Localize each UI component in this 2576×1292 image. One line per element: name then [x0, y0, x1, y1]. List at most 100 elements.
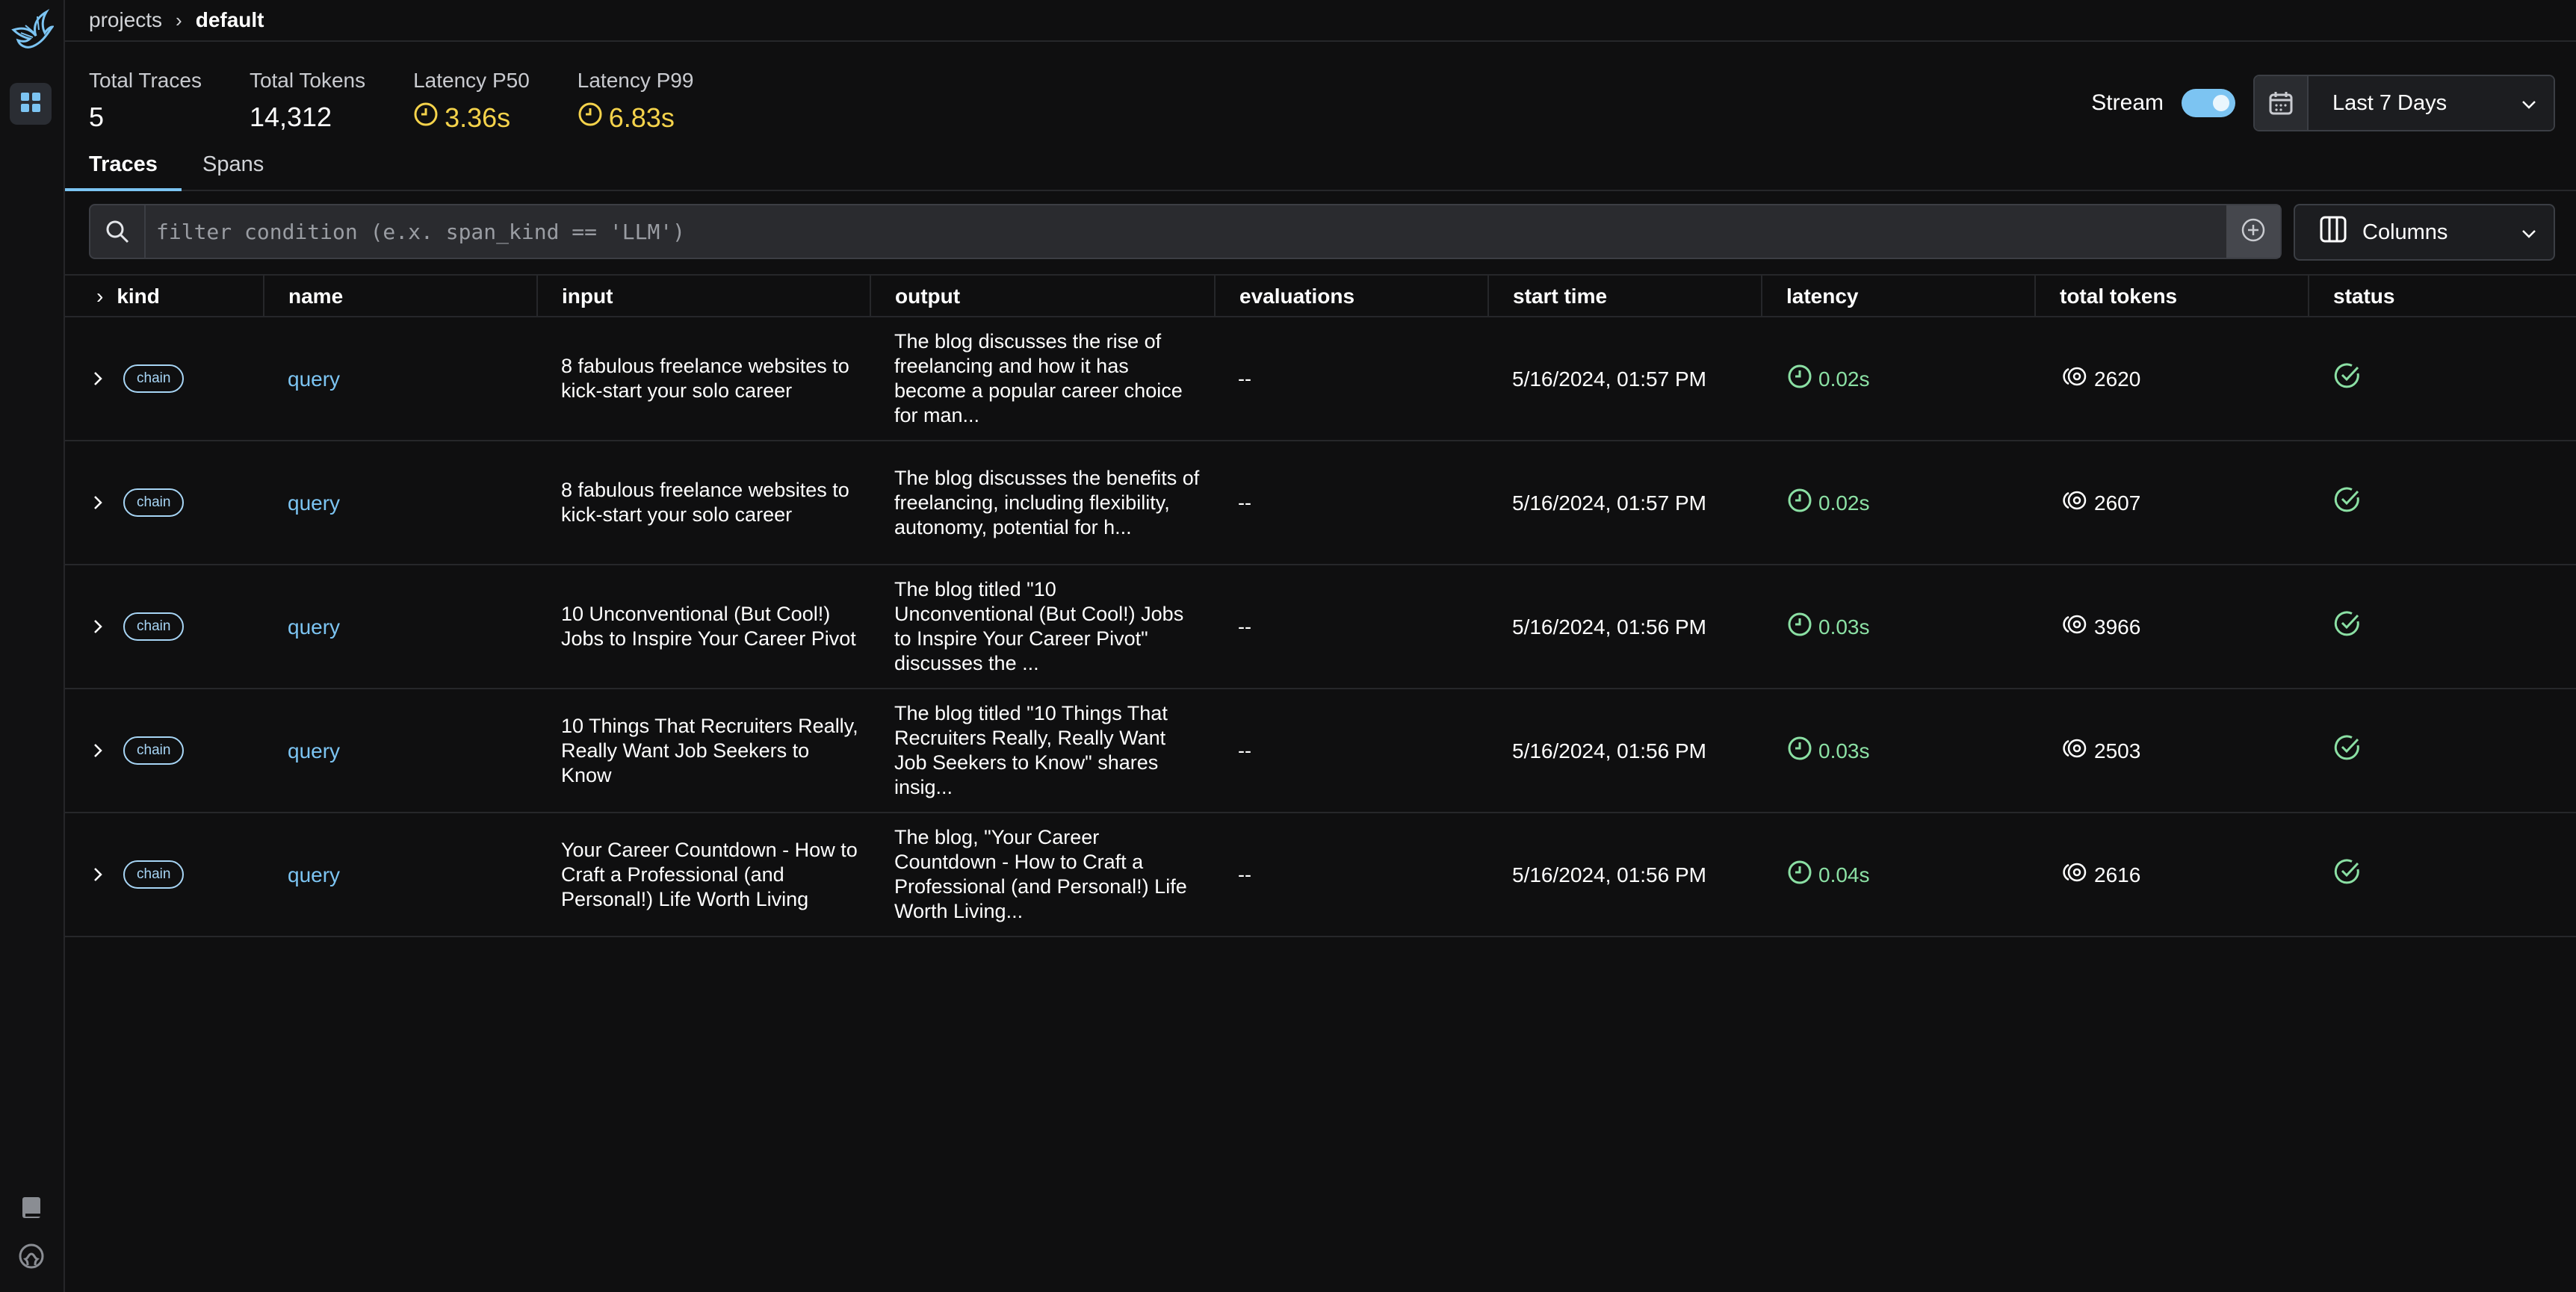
column-header-status[interactable]: status	[2308, 276, 2576, 317]
stat-latency-p50: Latency P50 3.36s	[413, 69, 530, 134]
columns-button[interactable]: Columns	[2294, 204, 2555, 261]
github-icon[interactable]	[16, 1241, 46, 1271]
search-icon	[90, 205, 146, 258]
table-row[interactable]: chain query 10 Things That Recruiters Re…	[65, 689, 2576, 813]
evaluations-value: --	[1238, 863, 1251, 886]
column-header-latency[interactable]: latency	[1761, 276, 2034, 317]
span-kind-badge: chain	[123, 860, 185, 889]
chevron-right-icon: ›	[176, 8, 182, 31]
tokens-text: 2616	[2094, 863, 2141, 886]
toggle-knob	[2210, 92, 2232, 114]
tokens-text: 2607	[2094, 491, 2141, 515]
column-header-start-time[interactable]: start time	[1487, 276, 1761, 317]
total-tokens-value: 3966	[2060, 565, 2140, 688]
column-header-kind[interactable]: › kind	[65, 276, 263, 317]
token-icon	[2060, 737, 2090, 765]
stream-toggle[interactable]	[2182, 89, 2235, 117]
clock-icon	[1787, 364, 1812, 394]
latency-value: 0.03s	[1787, 565, 1870, 688]
input-text: 8 fabulous freelance websites to kick-st…	[561, 479, 849, 526]
date-range-picker[interactable]: Last 7 Days	[2253, 75, 2555, 131]
output-text: The blog discusses the rise of freelanci…	[894, 330, 1183, 426]
stat-total-tokens: Total Tokens 14,312	[250, 69, 365, 134]
tokens-text: 2620	[2094, 367, 2141, 391]
stat-value: 3.36s	[413, 102, 530, 134]
output-text: The blog, "Your Career Countdown - How t…	[894, 826, 1187, 922]
stat-value: 5	[89, 102, 202, 133]
latency-text: 0.04s	[1818, 863, 1870, 886]
span-name-link[interactable]: query	[288, 813, 340, 936]
expand-row-chevron-icon[interactable]	[92, 441, 104, 564]
status-ok	[2332, 689, 2362, 812]
input-text: 10 Things That Recruiters Really, Really…	[561, 714, 858, 786]
column-header-name[interactable]: name	[263, 276, 536, 317]
chevron-down-icon	[2521, 220, 2537, 245]
token-icon	[2060, 613, 2090, 641]
latency-text: 0.02s	[1818, 367, 1870, 391]
columns-label: Columns	[2362, 220, 2448, 244]
span-kind-badge: chain	[123, 364, 185, 393]
column-header-evaluations[interactable]: evaluations	[1214, 276, 1487, 317]
table-row[interactable]: chain query 10 Unconventional (But Cool!…	[65, 565, 2576, 689]
latency-text: 0.03s	[1818, 615, 1870, 639]
check-circle-icon	[2332, 609, 2362, 645]
expand-row-chevron-icon[interactable]	[92, 813, 104, 936]
span-name-link[interactable]: query	[288, 441, 340, 564]
token-icon	[2060, 489, 2090, 517]
start-time-value: 5/16/2024, 01:56 PM	[1512, 615, 1706, 639]
stat-value: 14,312	[250, 102, 365, 133]
table-row[interactable]: chain query Your Career Countdown - How …	[65, 813, 2576, 937]
latency-text: 0.03s	[1818, 739, 1870, 763]
total-tokens-value: 2607	[2060, 441, 2140, 564]
input-text: Your Career Countdown - How to Craft a P…	[561, 838, 858, 910]
table-row[interactable]: chain query 8 fabulous freelance website…	[65, 441, 2576, 565]
stream-label: Stream	[2091, 90, 2164, 115]
breadcrumb-projects-link[interactable]: projects	[89, 8, 162, 32]
latency-value: 0.02s	[1787, 441, 1870, 564]
add-filter-button[interactable]	[2226, 205, 2280, 258]
expand-row-chevron-icon[interactable]	[92, 565, 104, 688]
calendar-icon[interactable]	[2255, 76, 2309, 130]
date-range-value: Last 7 Days	[2332, 90, 2447, 115]
span-kind-badge: chain	[123, 612, 185, 641]
tab-traces[interactable]: Traces	[65, 152, 182, 191]
stat-latency-p99: Latency P99 6.83s	[578, 69, 694, 134]
stat-label: Latency P99	[577, 69, 694, 92]
span-kind-badge: chain	[123, 736, 185, 765]
span-name-link[interactable]: query	[288, 565, 340, 688]
columns-icon	[2319, 215, 2347, 249]
tokens-text: 2503	[2094, 739, 2141, 763]
column-header-total-tokens[interactable]: total tokens	[2034, 276, 2308, 317]
book-icon[interactable]	[16, 1193, 46, 1223]
phoenix-logo-icon[interactable]	[10, 7, 55, 51]
expand-row-chevron-icon[interactable]	[92, 689, 104, 812]
expand-all-chevron-icon[interactable]: ›	[96, 285, 103, 308]
plus-circle-icon	[2241, 217, 2266, 246]
filter-condition-input[interactable]	[146, 205, 2226, 258]
span-name-link[interactable]: query	[288, 317, 340, 440]
column-header-input[interactable]: input	[536, 276, 870, 317]
span-name-link[interactable]: query	[288, 689, 340, 812]
chevron-down-icon	[2521, 91, 2537, 116]
output-text: The blog titled "10 Things That Recruite…	[894, 702, 1168, 798]
start-time-value: 5/16/2024, 01:57 PM	[1512, 367, 1706, 391]
latency-value: 0.02s	[1787, 317, 1870, 440]
column-header-output[interactable]: output	[870, 276, 1214, 317]
expand-row-chevron-icon[interactable]	[92, 317, 104, 440]
stat-total-traces: Total Traces 5	[89, 69, 202, 134]
table-row[interactable]: chain query 8 fabulous freelance website…	[65, 317, 2576, 441]
tab-spans[interactable]: Spans	[179, 152, 288, 191]
projects-nav-button[interactable]	[10, 83, 52, 125]
evaluations-value: --	[1238, 739, 1251, 762]
stat-value-text: 5	[89, 102, 105, 132]
stat-value-text: 3.36s	[445, 102, 511, 133]
span-kind-badge: chain	[123, 488, 185, 517]
date-range-select[interactable]: Last 7 Days	[2309, 76, 2554, 130]
left-rail	[0, 0, 65, 1292]
table-header: › kind name input output evaluations sta…	[65, 274, 2576, 317]
check-circle-icon	[2332, 485, 2362, 521]
start-time-value: 5/16/2024, 01:56 PM	[1512, 739, 1706, 763]
stat-label: Total Traces	[89, 69, 202, 92]
check-circle-icon	[2332, 857, 2362, 892]
clock-icon	[1787, 736, 1812, 766]
